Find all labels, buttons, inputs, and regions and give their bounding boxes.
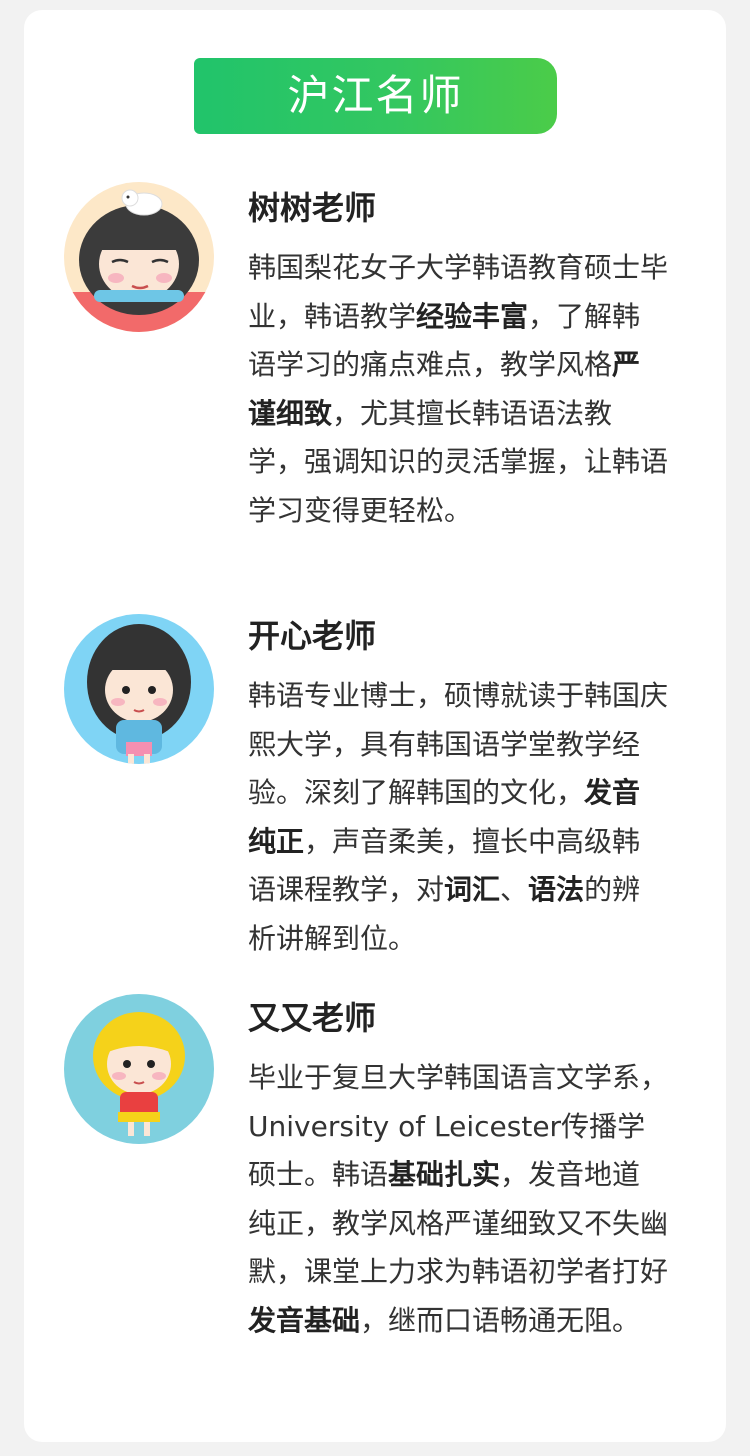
teacher-description: 毕业于复旦大学韩国语言文学系，University of Leicester传播… [248, 1061, 669, 1337]
teacher-avatar [64, 182, 214, 332]
girl-with-dog-avatar-icon [64, 182, 214, 332]
teacher-name: 又又老师 [248, 999, 377, 1037]
teacher-name: 树树老师 [248, 189, 377, 227]
teacher-name: 开心老师 [248, 617, 377, 655]
girl-thinking-avatar-icon [64, 614, 214, 764]
teacher-description: 韩国梨花女子大学韩语教育硕士毕业，韩语教学经验丰富，了解韩语学习的痛点难点，教学… [248, 251, 669, 527]
teacher-avatar [64, 994, 214, 1144]
teacher-description: 韩语专业博士，硕博就读于韩国庆熙大学，具有韩国语学堂教学经验。深刻了解韩国的文化… [248, 679, 669, 955]
teacher-avatar [64, 614, 214, 764]
section-title: 沪江名师 [287, 71, 464, 120]
section-title-banner: 沪江名师 [194, 58, 557, 134]
teachers-card: 沪江名师 树树老师 韩国梨花女子大学韩语教育硕士毕业，韩语教学经验丰富，了解韩语… [24, 10, 726, 1442]
blonde-girl-avatar-icon [64, 994, 214, 1144]
